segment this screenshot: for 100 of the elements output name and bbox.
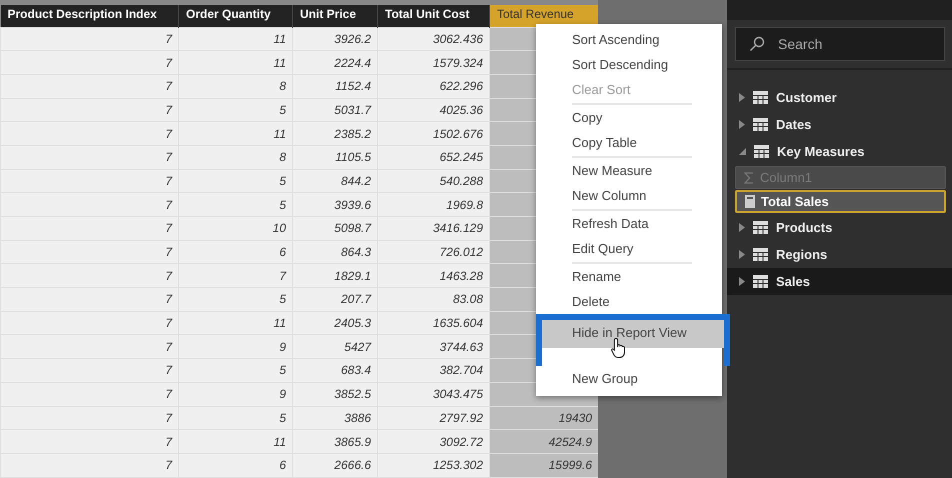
menu-item[interactable]: Sort Ascending <box>536 27 722 52</box>
table-cell: 11 <box>178 430 292 454</box>
table-cell: 7 <box>0 334 178 359</box>
table-cell: 2405.3 <box>292 311 378 335</box>
search-field[interactable]: Search <box>735 27 945 61</box>
table-cell: 7 <box>0 27 178 51</box>
table-cell: 7 <box>0 50 178 74</box>
table-cell: 10 <box>178 216 292 240</box>
table-cell: 7 <box>0 288 178 312</box>
field-list-table[interactable]: Sales <box>727 268 952 295</box>
table-cell: 7 <box>0 453 178 478</box>
table-cell: 1253.302 <box>378 453 490 478</box>
table-cell: 7 <box>0 145 178 170</box>
menu-item[interactable]: Rename <box>536 264 722 289</box>
collapsed-arrow-icon[interactable] <box>739 120 745 129</box>
table-cell: 1969.8 <box>378 192 490 216</box>
table-cell: 8 <box>178 74 292 98</box>
table-cell: 8 <box>178 145 292 170</box>
table-cell: 9 <box>178 334 292 359</box>
table-cell: 5 <box>178 288 292 312</box>
table-cell: 1635.604 <box>378 311 490 335</box>
menu-item[interactable]: Refresh Data <box>536 211 722 236</box>
table-cell: 540.288 <box>378 169 490 193</box>
table-cell: 5031.7 <box>292 98 378 122</box>
table-cell: 1463.28 <box>378 264 490 288</box>
table-cell: 2385.2 <box>292 122 378 146</box>
table-cell: 11 <box>178 27 292 51</box>
table-cell: 11 <box>178 50 292 74</box>
field-list-table[interactable]: Regions <box>727 241 952 268</box>
table-cell: 3886 <box>292 406 378 430</box>
table-cell: 864.3 <box>292 240 378 264</box>
table-cell: 9 <box>178 382 292 406</box>
table-cell: 5 <box>178 169 292 193</box>
column-header[interactable]: Unit Price <box>292 5 378 27</box>
table-cell: 5427 <box>292 334 378 359</box>
table-cell: 5 <box>178 98 292 122</box>
menu-item[interactable]: Sort Descending <box>536 52 722 77</box>
table-cell: 5 <box>178 406 292 430</box>
table-icon <box>754 145 769 158</box>
search-icon <box>749 36 765 52</box>
table-icon <box>753 221 768 234</box>
collapsed-arrow-icon[interactable] <box>739 223 745 232</box>
table-cell: 3092.72 <box>378 430 490 454</box>
table-cell: 622.296 <box>378 74 490 98</box>
table-icon <box>753 248 768 261</box>
menu-item[interactable]: Copy <box>536 105 722 130</box>
field-list-table[interactable]: Dates <box>727 111 952 138</box>
table-cell: 7 <box>0 122 178 146</box>
table-cell: 3416.129 <box>378 216 490 240</box>
table-cell: 3939.6 <box>292 192 378 216</box>
table-cell: 6 <box>178 453 292 478</box>
table-cell: 683.4 <box>292 358 378 382</box>
column-header[interactable]: Product Description Index <box>0 5 178 27</box>
table-cell: 2224.4 <box>292 50 378 74</box>
table-cell: 7 <box>0 169 178 193</box>
table-cell: 3744.63 <box>378 334 490 359</box>
column-header[interactable]: Order Quantity <box>178 5 292 27</box>
table-cell: 7 <box>0 264 178 288</box>
expanded-arrow-icon[interactable] <box>739 148 746 155</box>
table-cell: 7 <box>0 430 178 454</box>
table-cell: 5098.7 <box>292 216 378 240</box>
table-cell: 5 <box>178 192 292 216</box>
table-cell: 3852.5 <box>292 382 378 406</box>
table-cell: 7 <box>0 382 178 406</box>
field-list-table[interactable]: Customer <box>727 84 952 111</box>
table-cell: 1152.4 <box>292 74 378 98</box>
field-item[interactable]: Total Sales <box>735 190 946 213</box>
table-cell: 5 <box>178 358 292 382</box>
table-cell: 11 <box>178 122 292 146</box>
table-cell: 207.7 <box>292 288 378 312</box>
calculator-icon <box>745 195 755 208</box>
menu-item[interactable]: Delete <box>536 289 722 314</box>
table-cell: 7 <box>0 406 178 430</box>
table-icon <box>753 91 768 104</box>
table-cell: 3926.2 <box>292 27 378 51</box>
collapsed-arrow-icon[interactable] <box>739 93 745 102</box>
table-cell: 382.704 <box>378 358 490 382</box>
menu-item[interactable]: New Measure <box>536 158 722 183</box>
table-cell: 42524.9 <box>490 430 598 454</box>
table-cell: 6 <box>178 240 292 264</box>
field-list-table[interactable]: Key Measures <box>727 138 952 165</box>
menu-item[interactable]: New Group <box>536 366 722 391</box>
table-cell: 1105.5 <box>292 145 378 170</box>
column-header[interactable]: Total Revenue <box>490 5 598 27</box>
table-cell: 2797.92 <box>378 406 490 430</box>
collapsed-arrow-icon[interactable] <box>739 250 745 259</box>
collapsed-arrow-icon[interactable] <box>739 277 745 286</box>
column-header[interactable]: Total Unit Cost <box>378 5 490 27</box>
table-cell: 15999.6 <box>490 453 598 478</box>
table-cell: 1579.324 <box>378 50 490 74</box>
table-cell: 7 <box>0 358 178 382</box>
table-cell: 844.2 <box>292 169 378 193</box>
table-cell: 3043.475 <box>378 382 490 406</box>
field-list-table[interactable]: Products <box>727 214 952 241</box>
table-cell: 11 <box>178 311 292 335</box>
menu-item[interactable]: Hide in Report View <box>542 320 724 348</box>
table-cell: 652.245 <box>378 145 490 170</box>
table-cell: 7 <box>0 216 178 240</box>
table-cell: 1502.676 <box>378 122 490 146</box>
table-cell: 7 <box>0 192 178 216</box>
